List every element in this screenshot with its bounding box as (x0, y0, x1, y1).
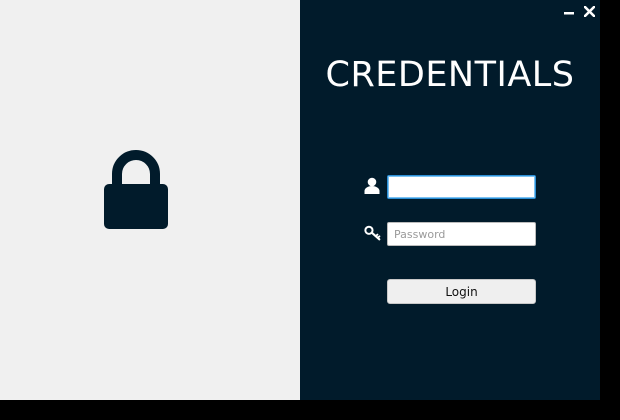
right-panel: CREDENTIALS Login (300, 0, 600, 400)
username-field[interactable] (387, 175, 536, 199)
login-window: CREDENTIALS Login (0, 0, 600, 400)
left-panel (0, 0, 300, 400)
lock-icon (104, 150, 168, 229)
user-icon (364, 177, 380, 194)
minimize-button[interactable] (562, 4, 576, 18)
login-button-label: Login (445, 284, 478, 299)
close-button[interactable] (582, 4, 596, 18)
key-icon (364, 225, 381, 241)
minimize-icon (564, 12, 574, 15)
window-controls (562, 4, 596, 18)
password-field[interactable] (387, 222, 536, 246)
close-icon (583, 5, 595, 17)
page-title: CREDENTIALS (325, 55, 575, 95)
login-button[interactable]: Login (387, 279, 536, 304)
